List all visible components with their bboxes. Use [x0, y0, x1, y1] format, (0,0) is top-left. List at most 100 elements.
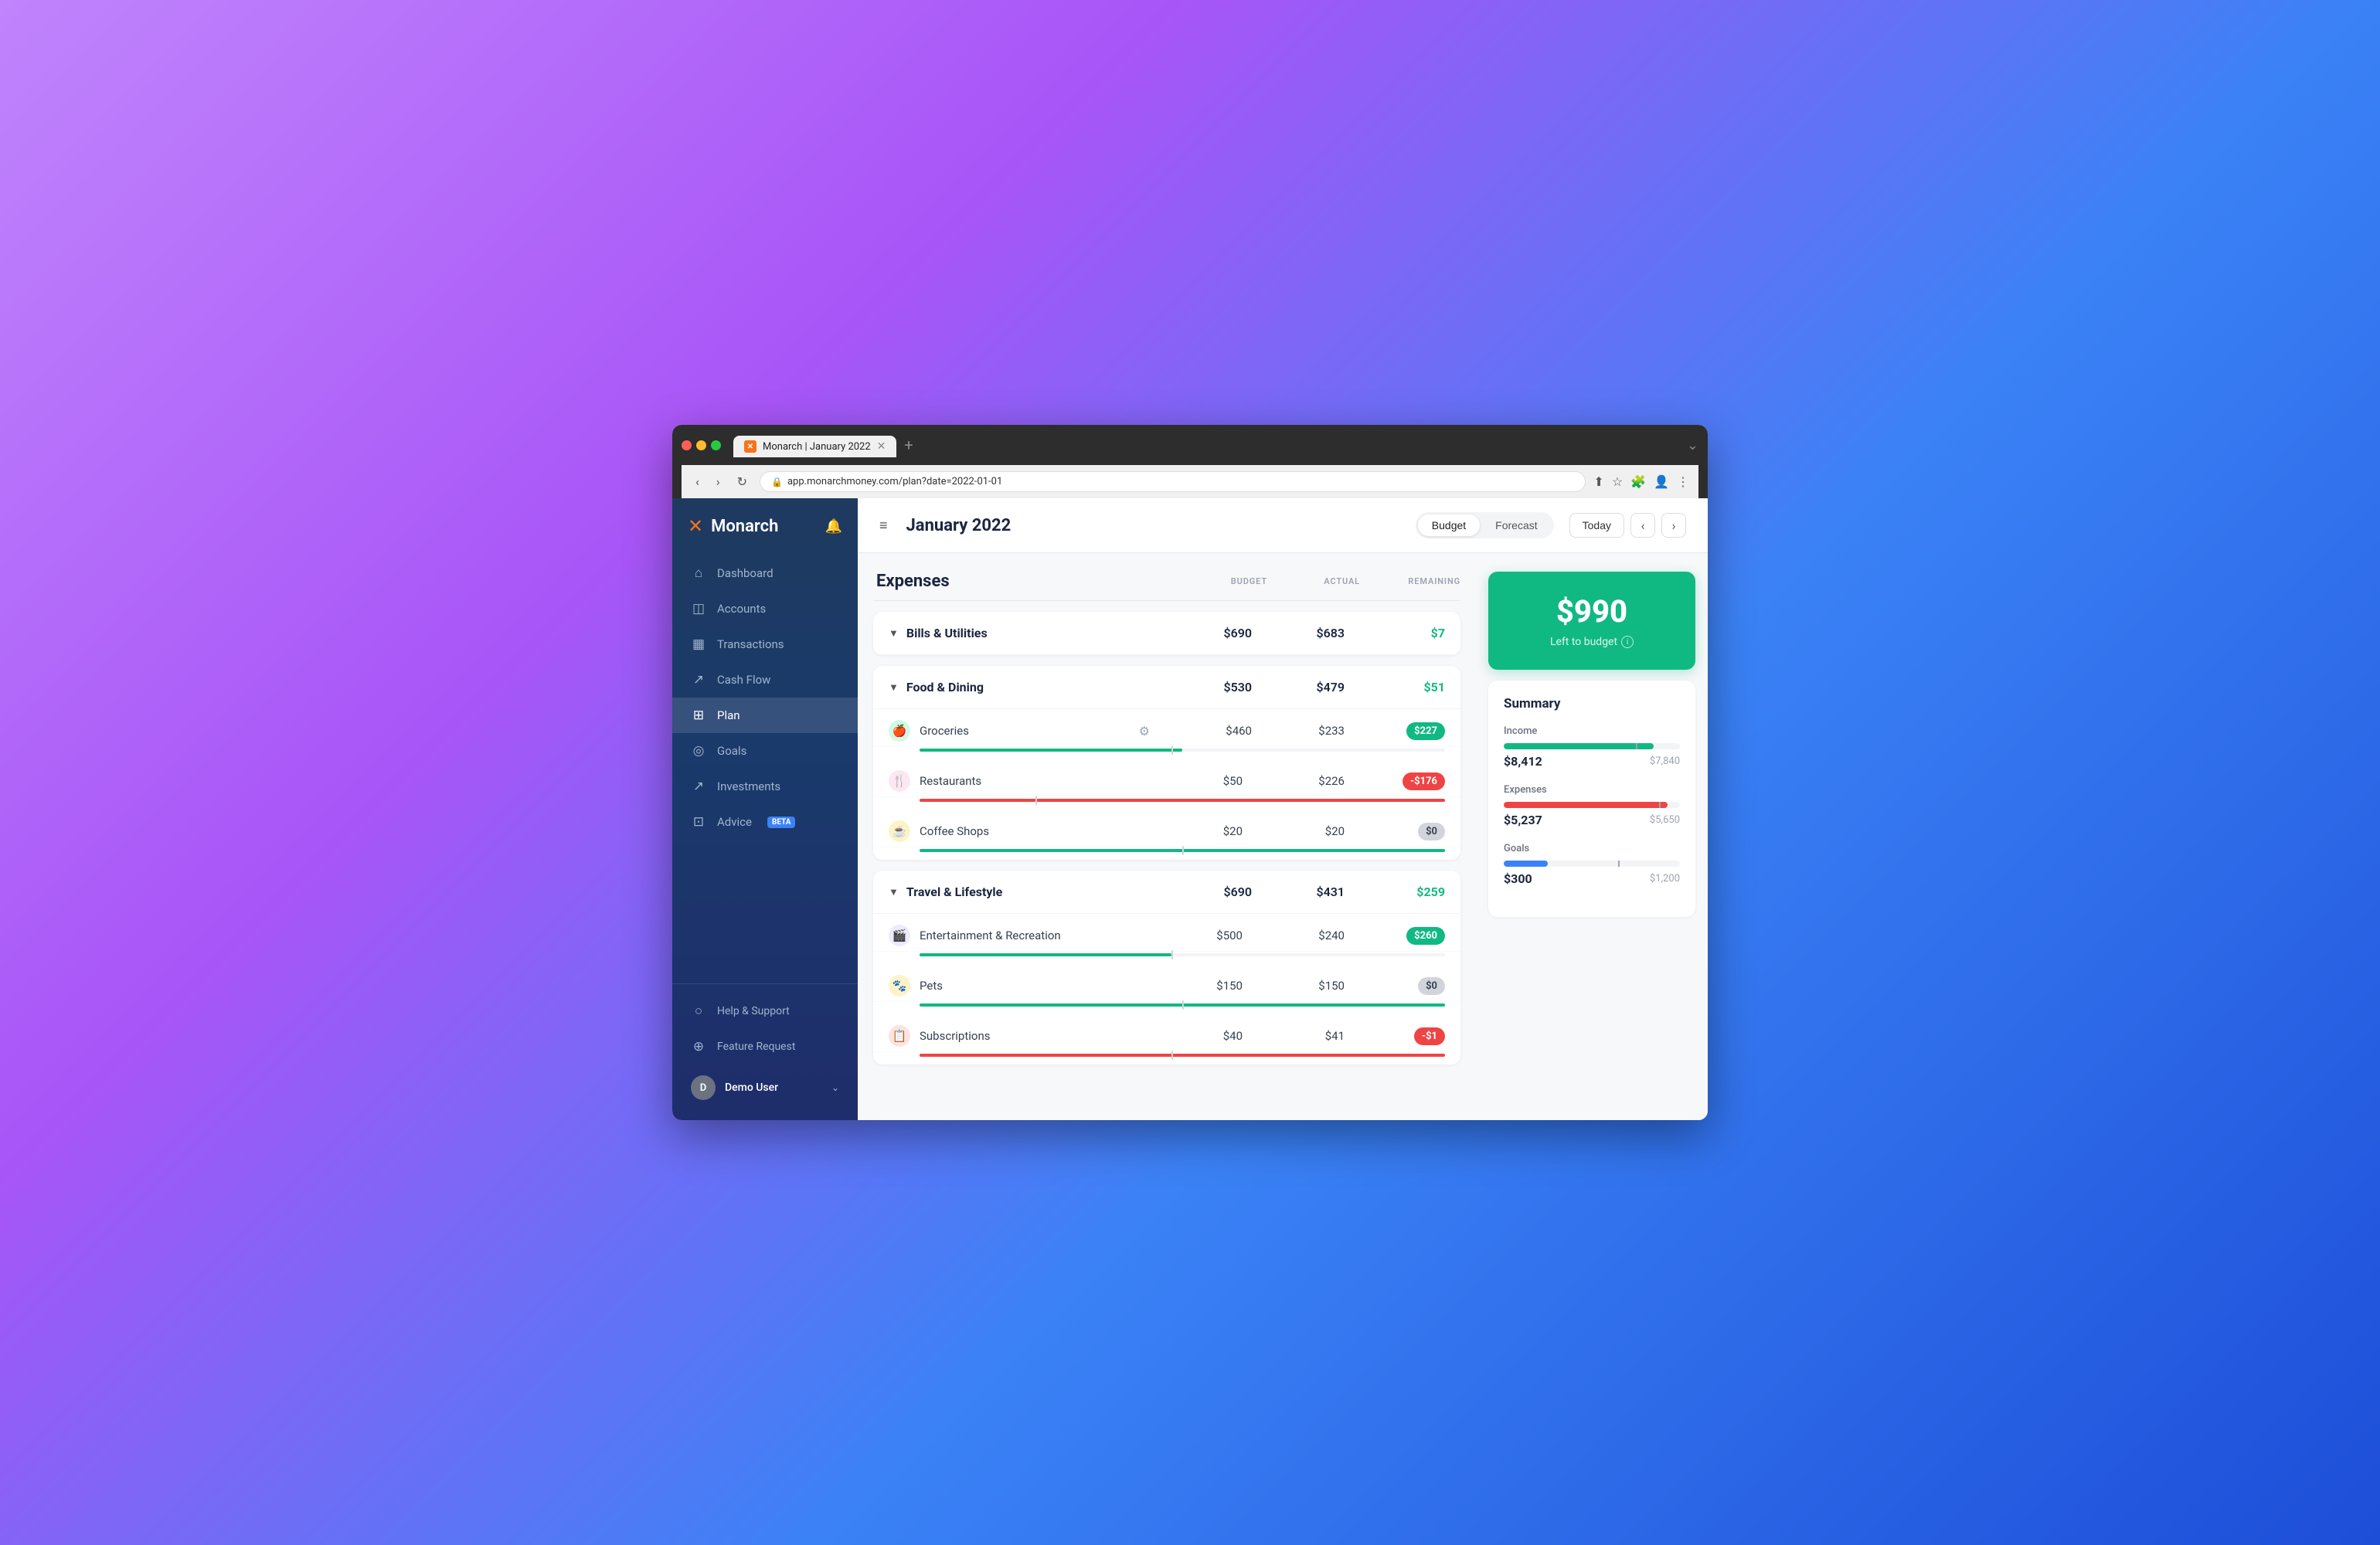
sidebar-label-investments: Investments	[717, 779, 780, 793]
restaurants-progress-fill	[920, 799, 1445, 802]
groceries-settings-icon[interactable]: ⚙	[1139, 724, 1150, 739]
pets-budget: $150	[1150, 979, 1243, 993]
profile-icon[interactable]: 👤	[1654, 474, 1669, 489]
goals-amounts: $300 $1,200	[1504, 871, 1680, 886]
today-button[interactable]: Today	[1569, 513, 1624, 538]
sidebar-label-help: Help & Support	[717, 1005, 790, 1017]
expenses-title: Expenses	[873, 572, 1175, 591]
user-menu[interactable]: D Demo User ⌄	[672, 1065, 858, 1111]
right-panel: $990 Left to budget i Summary Income	[1476, 553, 1708, 1120]
coffee-icon: ☕	[889, 820, 910, 842]
next-month-button[interactable]: ›	[1661, 513, 1686, 538]
accounts-icon: ◫	[691, 601, 706, 616]
browser-chrome: ✕ Monarch | January 2022 ✕ + ⌄ ‹ › ↻ 🔒 a…	[672, 425, 1708, 498]
new-tab-button[interactable]: +	[898, 433, 919, 457]
more-icon[interactable]: ⋮	[1677, 474, 1689, 489]
groceries-progress-fill	[920, 749, 1182, 752]
subscriptions-sub-row: 📋 Subscriptions $40 $41 -$1	[873, 1014, 1460, 1052]
sidebar-item-goals[interactable]: ◎ Goals	[672, 733, 858, 769]
travel-actual: $431	[1252, 885, 1345, 899]
extensions-icon[interactable]: 🧩	[1630, 474, 1646, 489]
browser-nav: ‹ › ↻ 🔒 app.monarchmoney.com/plan?date=2…	[682, 465, 1698, 498]
expenses-bar-fill	[1504, 802, 1668, 808]
coffee-actual: $20	[1252, 824, 1345, 838]
address-bar[interactable]: 🔒 app.monarchmoney.com/plan?date=2022-01…	[760, 471, 1586, 492]
travel-remaining: $259	[1345, 885, 1445, 899]
sidebar-item-accounts[interactable]: ◫ Accounts	[672, 591, 858, 626]
avatar-initials: D	[700, 1082, 706, 1094]
prev-month-button[interactable]: ‹	[1630, 513, 1655, 538]
sidebar-item-advice[interactable]: ⊡ Advice BETA	[672, 804, 858, 840]
minimize-button[interactable]	[696, 440, 706, 450]
pets-remaining-wrap: $0	[1345, 977, 1445, 995]
restaurants-progress-marker	[1035, 796, 1037, 805]
hamburger-menu-icon[interactable]: ≡	[879, 518, 888, 534]
lock-icon: 🔒	[771, 477, 783, 487]
expenses-header: Expenses BUDGET ACTUAL REMAINING	[873, 572, 1460, 601]
budget-toggle-button[interactable]: Budget	[1418, 514, 1480, 536]
notifications-bell-icon[interactable]: 🔔	[825, 518, 842, 535]
summary-card: Summary Income $8,412 $7,840	[1488, 681, 1695, 917]
bills-remaining: $7	[1345, 626, 1445, 640]
travel-budget: $690	[1159, 885, 1252, 899]
logo-content: ✕ Monarch	[688, 515, 778, 537]
groceries-remaining-wrap: $227	[1345, 722, 1445, 740]
coffee-name: Coffee Shops	[920, 824, 1150, 838]
sidebar-item-transactions[interactable]: ▦ Transactions	[672, 626, 858, 662]
maximize-button[interactable]	[711, 440, 721, 450]
tab-close-icon[interactable]: ✕	[877, 440, 886, 453]
bookmark-icon[interactable]: ☆	[1612, 474, 1623, 489]
help-icon: ○	[691, 1003, 706, 1019]
travel-group-header[interactable]: ▼ Travel & Lifestyle $690 $431 $259	[873, 871, 1460, 914]
share-icon[interactable]: ⬆	[1593, 474, 1603, 489]
summary-goals-section: Goals $300 $1,200	[1504, 843, 1680, 886]
entertainment-progress-fill	[920, 953, 1171, 956]
actual-col-header: ACTUAL	[1267, 576, 1360, 586]
restaurants-row: 🍴 Restaurants $50 $226 -$176	[873, 759, 1460, 810]
tabs-bar: ✕ Monarch | January 2022 ✕ +	[733, 433, 1674, 457]
coffee-remaining-wrap: $0	[1345, 823, 1445, 840]
bills-group-header[interactable]: ▼ Bills & Utilities $690 $683 $7	[873, 612, 1460, 655]
close-button[interactable]	[682, 440, 692, 450]
window-controls[interactable]: ⌄	[1687, 437, 1698, 453]
sidebar-label-feature: Feature Request	[717, 1041, 795, 1053]
food-actual: $479	[1252, 680, 1345, 694]
income-bar-marker	[1636, 743, 1637, 749]
income-amounts: $8,412 $7,840	[1504, 754, 1680, 769]
info-icon[interactable]: i	[1621, 636, 1634, 648]
sidebar-label-accounts: Accounts	[717, 602, 766, 616]
browser-actions: ⬆ ☆ 🧩 👤 ⋮	[1593, 474, 1689, 489]
budget-forecast-toggle: Budget Forecast	[1416, 512, 1554, 538]
coffee-remaining-badge: $0	[1418, 823, 1445, 840]
summary-expenses-label: Expenses	[1504, 784, 1680, 796]
sidebar-item-investments[interactable]: ↗ Investments	[672, 769, 858, 804]
active-tab[interactable]: ✕ Monarch | January 2022 ✕	[733, 436, 896, 457]
left-to-budget-amount: $990	[1504, 593, 1680, 630]
subscriptions-row: 📋 Subscriptions $40 $41 -$1	[873, 1014, 1460, 1065]
food-group-header[interactable]: ▼ Food & Dining $530 $479 $51	[873, 666, 1460, 709]
sidebar-item-cashflow[interactable]: ↗ Cash Flow	[672, 662, 858, 698]
goals-bar	[1504, 861, 1680, 867]
income-bar-fill	[1504, 743, 1654, 749]
goals-actual: $300	[1504, 871, 1532, 886]
forward-button[interactable]: ›	[712, 473, 725, 491]
forecast-toggle-button[interactable]: Forecast	[1481, 514, 1551, 536]
budget-col-header: BUDGET	[1175, 576, 1267, 586]
subscriptions-progress-fill	[920, 1054, 1445, 1057]
sidebar-item-feature[interactable]: ⊕ Feature Request	[672, 1029, 858, 1065]
summary-goals-label: Goals	[1504, 843, 1680, 854]
user-name: Demo User	[725, 1082, 778, 1094]
sidebar-item-plan[interactable]: ⊞ Plan	[672, 698, 858, 733]
groceries-sub-row: 🍎 Groceries ⚙ $460 $233 $227	[873, 709, 1460, 747]
sidebar-item-help[interactable]: ○ Help & Support	[672, 993, 858, 1029]
entertainment-icon: 🎬	[889, 925, 910, 946]
entertainment-progress-marker	[1171, 950, 1173, 959]
goals-icon: ◎	[691, 743, 706, 759]
sidebar-label-dashboard: Dashboard	[717, 566, 774, 580]
refresh-button[interactable]: ↻	[733, 473, 752, 491]
sidebar-item-dashboard[interactable]: ⌂ Dashboard	[672, 555, 858, 591]
investments-icon: ↗	[691, 779, 706, 794]
back-button[interactable]: ‹	[691, 473, 704, 491]
pets-name: Pets	[920, 979, 1150, 993]
left-to-budget-card: $990 Left to budget i	[1488, 572, 1695, 670]
